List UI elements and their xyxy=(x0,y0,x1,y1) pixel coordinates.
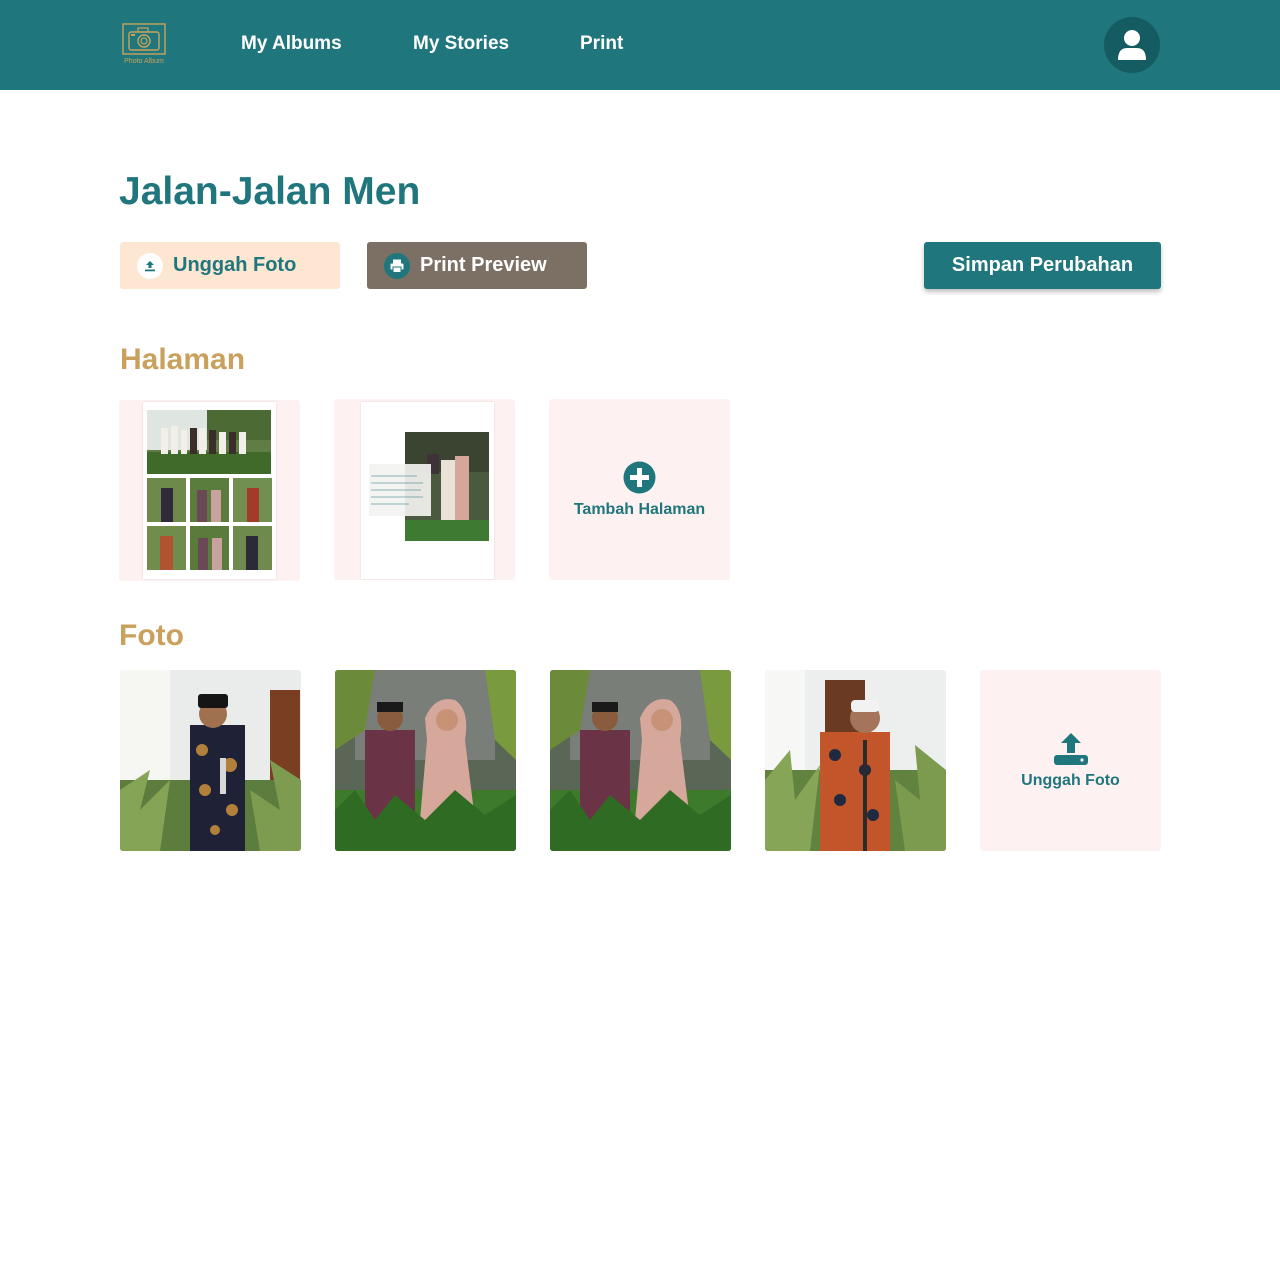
photo-thumbnail-1[interactable] xyxy=(120,670,301,851)
page-1-collage xyxy=(147,410,272,570)
upload-icon xyxy=(137,252,163,279)
page-thumbnail-2[interactable]: Senyum bahagia diatas segala lembar kena… xyxy=(334,399,515,580)
photos-section-title: Foto xyxy=(119,619,184,652)
page-thumbnail-1[interactable] xyxy=(119,400,300,581)
app-logo[interactable]: Photo Album xyxy=(120,22,168,68)
photo-thumbnail-4[interactable] xyxy=(765,670,946,851)
printer-icon xyxy=(384,252,410,279)
page-2-layout xyxy=(369,432,489,541)
pages-section-title: Halaman xyxy=(120,343,246,376)
upload-photo-card-label: Unggah Foto xyxy=(1021,771,1120,789)
nav-my-stories[interactable]: My Stories xyxy=(413,33,509,55)
album-title: Jalan-Jalan Men xyxy=(119,170,421,213)
nav-my-albums[interactable]: My Albums xyxy=(241,33,342,55)
plus-circle-icon xyxy=(623,461,656,493)
page-sheet xyxy=(361,402,494,579)
print-preview-label: Print Preview xyxy=(420,254,547,276)
upload-photo-label: Unggah Foto xyxy=(173,254,297,276)
user-avatar-button[interactable] xyxy=(1104,17,1160,73)
photo-thumbnail-2[interactable] xyxy=(335,670,516,851)
nav-print[interactable]: Print xyxy=(580,33,623,55)
print-preview-button[interactable]: Print Preview xyxy=(367,242,587,289)
page-sheet xyxy=(143,402,276,579)
camera-logo-icon xyxy=(122,23,166,55)
upload-photo-card[interactable]: Unggah Foto xyxy=(980,670,1161,851)
add-page-label: Tambah Halaman xyxy=(573,500,706,518)
top-navbar: Photo Album My Albums My Stories Print xyxy=(0,0,1280,90)
logo-text: Photo Album xyxy=(124,58,164,65)
user-icon xyxy=(1118,30,1146,60)
save-changes-button[interactable]: Simpan Perubahan xyxy=(924,242,1161,289)
upload-tray-icon xyxy=(1053,732,1088,765)
photo-thumbnail-3[interactable] xyxy=(550,670,731,851)
add-page-card[interactable]: Tambah Halaman xyxy=(549,399,730,580)
page-2-caption: Senyum bahagia diatas segala lembar kena… xyxy=(334,399,335,400)
upload-photo-button[interactable]: Unggah Foto xyxy=(120,242,340,289)
